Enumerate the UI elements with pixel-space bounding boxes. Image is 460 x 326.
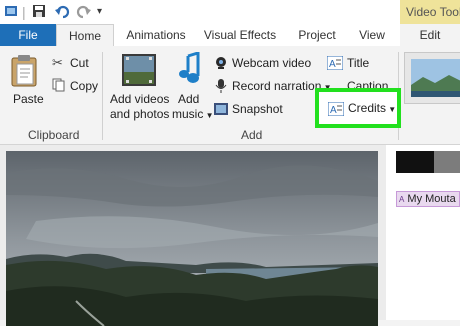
customize-toolbar-icon[interactable]: ▾: [97, 4, 102, 20]
chevron-down-icon: ▼: [203, 111, 214, 120]
title-icon[interactable]: A: [326, 55, 344, 75]
svg-text:A: A: [330, 105, 337, 116]
clip-thumbnail-frame: [434, 151, 460, 173]
add-videos-label-2[interactable]: and photos: [110, 107, 169, 121]
title-button[interactable]: Title: [347, 56, 369, 70]
tab-home[interactable]: Home: [56, 24, 114, 46]
divider: |: [22, 4, 26, 20]
title-bar: | ▾ Video Tools: [0, 0, 460, 24]
cut-button[interactable]: Cut: [70, 56, 89, 70]
music-note-icon[interactable]: [178, 50, 202, 93]
snapshot-button[interactable]: Snapshot: [232, 102, 283, 116]
copy-button[interactable]: Copy: [70, 79, 98, 93]
title-clip-icon: A: [399, 195, 405, 204]
video-tools-context-tab: Video Tools: [400, 0, 460, 24]
paste-button[interactable]: Paste: [13, 92, 44, 106]
credits-highlight: A Credits ▼: [315, 88, 401, 128]
clip-thumbnail[interactable]: [396, 151, 460, 173]
title-clip[interactable]: A My Mouta: [396, 191, 460, 207]
add-group-label: Add: [241, 128, 263, 142]
app-icon: [4, 4, 18, 21]
credits-button[interactable]: Credits ▼: [348, 101, 396, 115]
save-icon[interactable]: [32, 4, 46, 21]
chevron-down-icon: ▼: [386, 105, 397, 114]
credits-label: Credits: [348, 101, 387, 115]
visual-theme-gallery[interactable]: [404, 52, 460, 104]
webcam-icon[interactable]: [214, 56, 228, 75]
webcam-video-button[interactable]: Webcam video: [232, 56, 311, 70]
ribbon-tabs: File Home Animations Visual Effects Proj…: [0, 24, 460, 46]
clipboard-group-label: Clipboard: [28, 128, 80, 142]
copy-icon[interactable]: [52, 78, 66, 97]
add-music-text: music: [172, 107, 204, 121]
storyboard-panel: A My Mouta: [386, 145, 460, 320]
tab-project[interactable]: Project: [292, 24, 342, 46]
title-clip-label: My Mouta: [407, 193, 456, 205]
record-narration-label: Record narration: [232, 79, 322, 93]
tab-edit[interactable]: Edit: [400, 24, 460, 46]
add-music-label-2[interactable]: music ▼: [172, 107, 213, 121]
video-preview[interactable]: [6, 151, 378, 326]
credits-icon: A: [327, 101, 345, 121]
tab-file[interactable]: File: [0, 24, 56, 46]
tab-visual-effects[interactable]: Visual Effects: [202, 24, 278, 46]
add-videos-icon[interactable]: [122, 54, 156, 91]
add-videos-label-1[interactable]: Add videos: [110, 92, 169, 106]
snapshot-icon[interactable]: [214, 102, 228, 121]
svg-text:A: A: [329, 59, 336, 70]
tab-animations[interactable]: Animations: [120, 24, 192, 46]
undo-icon[interactable]: [54, 4, 70, 23]
paste-icon[interactable]: [10, 54, 40, 93]
add-music-label-1[interactable]: Add: [178, 92, 199, 106]
cut-icon[interactable]: ✂: [52, 55, 63, 71]
tab-view[interactable]: View: [352, 24, 392, 46]
group-separator: [102, 52, 103, 140]
microphone-icon[interactable]: [214, 79, 228, 98]
workspace: A My Mouta: [0, 145, 460, 326]
redo-icon[interactable]: [76, 4, 92, 23]
